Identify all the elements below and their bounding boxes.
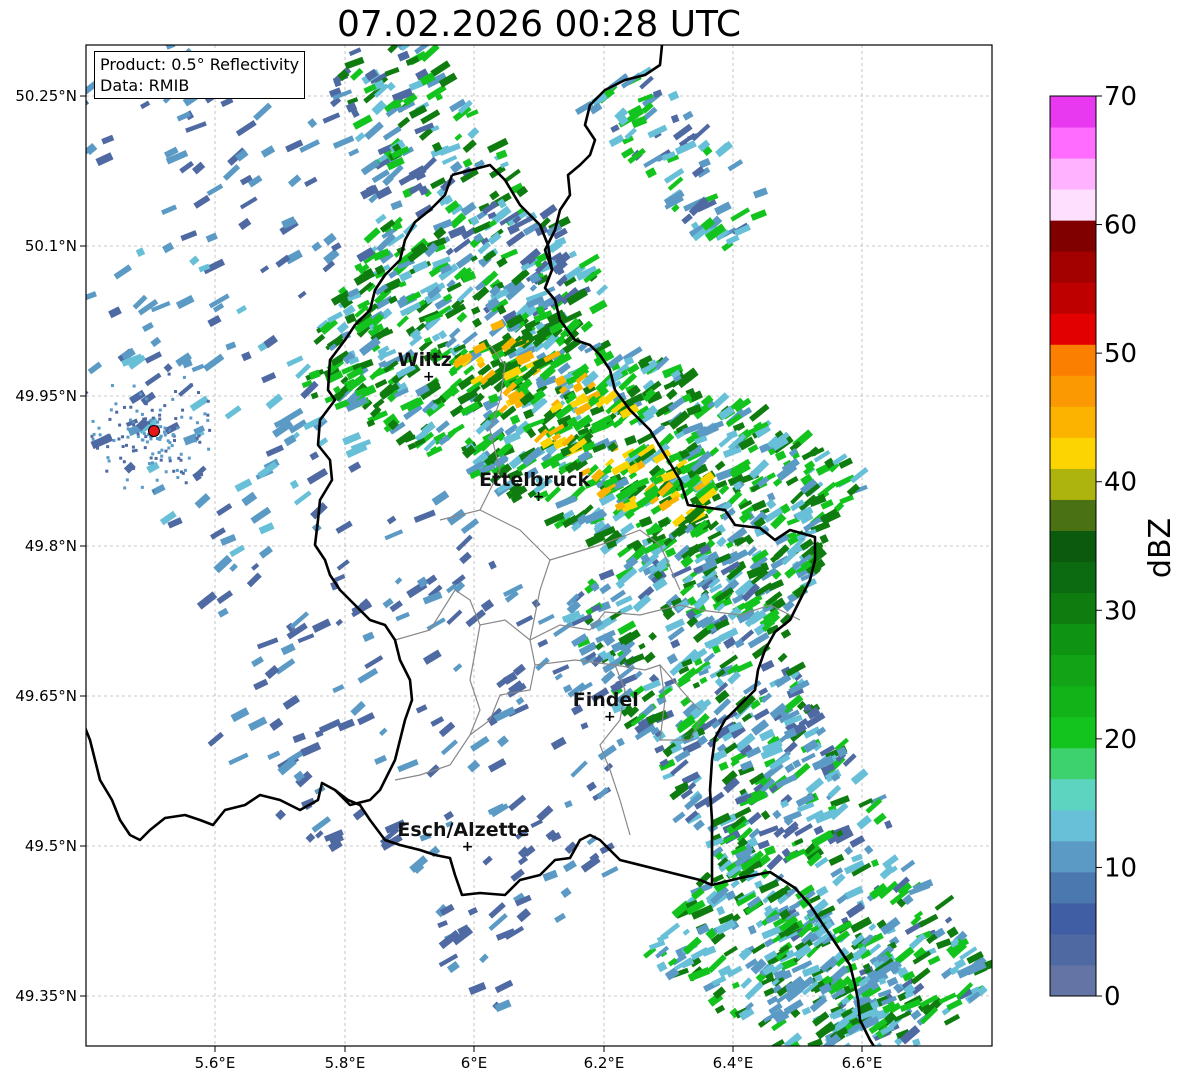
colorbar-segment bbox=[1050, 561, 1096, 594]
colorbar-segments bbox=[1050, 96, 1096, 997]
colorbar-segment bbox=[1050, 685, 1096, 718]
colorbar-segment bbox=[1050, 158, 1096, 190]
colorbar-segment bbox=[1050, 96, 1096, 128]
lon-tick-label: 6°E bbox=[461, 1054, 488, 1072]
colorbar-segment bbox=[1050, 251, 1096, 283]
lat-tick-label: 49.35°N bbox=[15, 987, 77, 1005]
lat-tick-label: 49.5°N bbox=[25, 837, 77, 855]
colorbar-tick-label: 0 bbox=[1104, 982, 1121, 1012]
lat-tick-label: 50.25°N bbox=[15, 87, 77, 105]
colorbar-segment bbox=[1050, 654, 1096, 687]
colorbar-tick-label: 40 bbox=[1104, 468, 1137, 498]
colorbar-segment bbox=[1050, 344, 1096, 376]
colorbar-segment bbox=[1050, 437, 1096, 469]
lon-tick-label: 5.6°E bbox=[195, 1054, 236, 1072]
colorbar-segment bbox=[1050, 220, 1096, 252]
colorbar-tick-label: 50 bbox=[1104, 339, 1137, 369]
lon-tick-label: 6.6°E bbox=[842, 1054, 883, 1072]
data-source-text: Data: RMIB bbox=[100, 76, 190, 95]
colorbar-tick-label: 70 bbox=[1104, 82, 1137, 112]
colorbar-segment bbox=[1050, 592, 1096, 625]
colorbar-tick-label: 20 bbox=[1104, 725, 1137, 755]
colorbar-segment bbox=[1050, 623, 1096, 656]
radar-map: +Wiltz+Ettelbruck+Findel+Esch/Alzette 50… bbox=[15, 44, 1178, 1072]
colorbar-segment bbox=[1050, 809, 1096, 842]
colorbar-segment bbox=[1050, 840, 1096, 873]
colorbar-segment bbox=[1050, 933, 1096, 966]
city-label: Wiltz bbox=[398, 349, 452, 371]
lat-tick-label: 49.65°N bbox=[15, 687, 77, 705]
radar-site-marker bbox=[147, 425, 160, 437]
colorbar-label: dBZ bbox=[1143, 518, 1178, 578]
colorbar-segment bbox=[1050, 902, 1096, 935]
latitude-axis: 50.25°N 50.1°N 49.95°N 49.8°N 49.65°N 49… bbox=[15, 87, 86, 1005]
lon-tick-label: 6.2°E bbox=[584, 1054, 625, 1072]
map-background bbox=[86, 45, 992, 1046]
city-marker-icon: + bbox=[533, 489, 545, 505]
colorbar-segment bbox=[1050, 964, 1096, 997]
colorbar-tick-label: 30 bbox=[1104, 596, 1137, 626]
lat-tick-label: 50.1°N bbox=[25, 237, 77, 255]
colorbar: 0 10 20 30 40 50 60 70 dBZ bbox=[1049, 82, 1178, 1012]
city-label: Findel bbox=[573, 689, 639, 711]
colorbar-segment bbox=[1050, 530, 1096, 563]
colorbar-tick-label: 10 bbox=[1104, 853, 1137, 883]
city-marker-icon: + bbox=[423, 369, 435, 385]
colorbar-segment bbox=[1050, 406, 1096, 438]
lat-tick-label: 49.95°N bbox=[15, 387, 77, 405]
colorbar-segment bbox=[1050, 468, 1096, 500]
colorbar-segment bbox=[1050, 282, 1096, 314]
product-text: Product: 0.5° Reflectivity bbox=[100, 55, 300, 74]
city-label: Esch/Alzette bbox=[397, 819, 529, 841]
product-info-box: Product: 0.5° Reflectivity Data: RMIB bbox=[94, 51, 306, 99]
colorbar-segment bbox=[1050, 375, 1096, 407]
city-label: Ettelbruck bbox=[479, 469, 590, 491]
lat-tick-label: 49.8°N bbox=[25, 537, 77, 555]
city-marker-icon: + bbox=[604, 709, 616, 725]
colorbar-segment bbox=[1050, 189, 1096, 221]
lon-tick-label: 5.8°E bbox=[325, 1054, 366, 1072]
colorbar-segment bbox=[1050, 716, 1096, 749]
colorbar-segment bbox=[1050, 313, 1096, 345]
colorbar-segment bbox=[1050, 778, 1096, 811]
colorbar-segment bbox=[1050, 747, 1096, 780]
colorbar-ticks: 0 10 20 30 40 50 60 70 bbox=[1096, 82, 1137, 1012]
colorbar-segment bbox=[1050, 871, 1096, 904]
colorbar-segment bbox=[1050, 499, 1096, 531]
colorbar-segment bbox=[1050, 127, 1096, 159]
colorbar-tick-label: 60 bbox=[1104, 211, 1137, 241]
longitude-axis: 5.6°E 5.8°E 6°E 6.2°E 6.4°E 6.6°E bbox=[195, 1046, 883, 1072]
lon-tick-label: 6.4°E bbox=[713, 1054, 754, 1072]
city-marker-icon: + bbox=[462, 839, 474, 855]
